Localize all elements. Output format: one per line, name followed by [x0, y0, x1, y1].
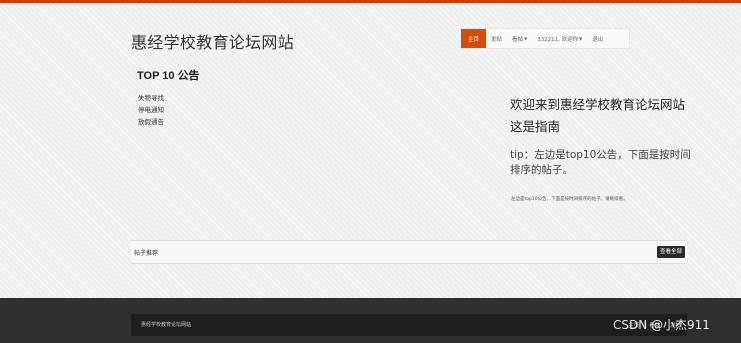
nav-home-label: 主页 [468, 36, 480, 43]
nav-browse-label: 看帖 [512, 36, 524, 43]
nav-home[interactable]: 主页 [461, 29, 487, 48]
welcome-line-1: 欢迎来到惠经学校教育论坛网站 [510, 97, 686, 112]
top-accent-bar [0, 0, 741, 3]
recommend-bar: 帖子推荐 查看全部 [131, 240, 687, 264]
nav-post[interactable]: 发帖 [486, 29, 507, 48]
nav-browse-dropdown[interactable]: 看帖 ▼ [507, 29, 532, 48]
welcome-line-2: 这是指南 [510, 119, 561, 134]
csdn-watermark: CSDN @小杰911 [613, 318, 710, 332]
tip-text: tip：左边是top10公告，下面是按时间排序的帖子。 [510, 149, 691, 176]
welcome-heading: 欢迎来到惠经学校教育论坛网站 这是指南 [510, 94, 695, 138]
nav-user-dropdown[interactable]: 332211, 欢迎你 ▼ [532, 29, 587, 48]
main-nav: 主页 发帖 看帖 ▼ 332211, 欢迎你 ▼ 退出 [460, 28, 630, 49]
recommend-label: 帖子推荐 [134, 250, 159, 257]
nav-logout[interactable]: 退出 [587, 29, 608, 48]
view-all-button[interactable]: 查看全部 [656, 246, 685, 258]
site-title[interactable]: 惠经学校教育论坛网站 [131, 29, 294, 53]
top10-list: 失物寻找 停电通知 放假通告 [138, 92, 164, 128]
nav-user-label: 332211, 欢迎你 [537, 36, 579, 43]
caret-down-icon: ▼ [524, 36, 528, 41]
top10-item[interactable]: 放假通告 [138, 116, 164, 128]
top10-item[interactable]: 失物寻找 [138, 92, 164, 104]
nav-post-label: 发帖 [491, 36, 503, 43]
caret-down-icon: ▼ [579, 36, 583, 41]
top10-item[interactable]: 停电通知 [138, 104, 164, 116]
top10-title: TOP 10 公告 [137, 70, 200, 82]
nav-logout-label: 退出 [592, 36, 604, 43]
footer-site-name: 惠经学校教育论坛网站 [141, 322, 192, 328]
footer-bar: 惠经学校教育论坛网站 主页 | 看帖 | 发帖 [131, 314, 687, 336]
guide-note: 左边是top10公告，下面是按时间排序的帖子。请继续看。 [511, 197, 628, 202]
